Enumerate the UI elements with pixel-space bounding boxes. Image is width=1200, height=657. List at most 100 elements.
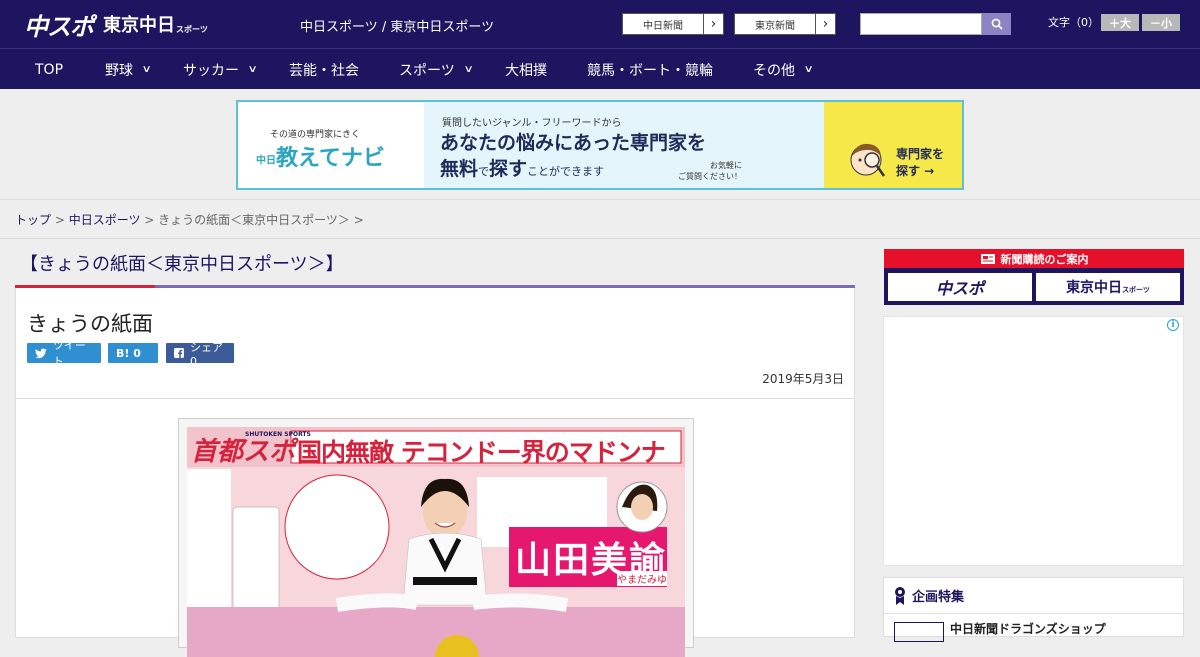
article-date: 2019年5月3日 — [762, 372, 844, 386]
breadcrumb-separator: > — [140, 213, 159, 227]
nav-item-top[interactable]: TOP — [35, 49, 63, 90]
nav-item-racing[interactable]: 競馬・ボート・競輪 — [587, 49, 713, 90]
breadcrumb-current: きょうの紙面＜東京中日スポーツ＞ — [158, 213, 350, 227]
newspaper-front-page-image: 首都スポ SHUTOKEN SPORTS 国内無敵 テコンドー界のマドンナ 山田… — [187, 427, 685, 657]
ribbon-icon — [895, 586, 905, 605]
banner-question: 質問したいジャンル・フリーワードから — [442, 118, 622, 129]
banner-free: 無料 — [440, 158, 479, 180]
feature-box: 企画特集 中日新聞ドラゴンズショップ — [883, 577, 1184, 642]
feature-header: 企画特集 — [884, 578, 1183, 614]
tweet-button[interactable]: ツイート — [27, 339, 101, 368]
banner-cta-area[interactable]: 専門家を 探す → — [824, 102, 962, 188]
banner-cta-1: 専門家を — [896, 147, 945, 161]
logo-tokyo-small: スポーツ — [176, 24, 208, 34]
chunichi-shimbun-button[interactable]: 中日新聞 › — [622, 13, 724, 35]
subscription-box: 新聞購読のご案内 中スポ 東京中日 スポーツ — [884, 249, 1184, 305]
feature-item-link[interactable]: 中日新聞ドラゴンズショップ — [950, 620, 1106, 637]
newspaper-icon — [980, 253, 995, 264]
banner-note: お気軽に ご質問ください！ — [678, 160, 742, 182]
nav-item-sports[interactable]: スポーツ ∨ — [399, 49, 474, 90]
twitter-icon — [35, 347, 47, 358]
nav-label: 芸能・社会 — [289, 62, 359, 79]
banner-cta: 専門家を 探す → — [896, 146, 944, 180]
feature-thumbnail[interactable] — [894, 622, 944, 642]
chevron-right-icon: › — [703, 14, 723, 34]
nav-label: 野球 — [105, 62, 133, 79]
facebook-share-label: シェア 0 — [189, 340, 223, 368]
search-icon — [991, 18, 1003, 30]
nav-label: その他 — [753, 62, 795, 79]
chevron-down-icon: ∨ — [803, 64, 814, 75]
nav-item-sumo[interactable]: 大相撲 — [505, 49, 547, 90]
facebook-icon — [174, 348, 184, 358]
site-logo[interactable]: 中スポ 東京中日 スポーツ — [24, 8, 214, 41]
section-title: 【きょうの紙面＜東京中日スポーツ＞】 — [20, 254, 344, 275]
banner-headline-2: 無料で探すことができます — [440, 154, 604, 181]
ad-info-icon[interactable]: i — [1167, 319, 1179, 331]
article-divider — [16, 398, 854, 399]
tokyo-shimbun-button[interactable]: 東京新聞 › — [734, 13, 836, 35]
hatena-bookmark-button[interactable]: B! 0 — [108, 343, 158, 363]
subscription-header: 新聞購読のご案内 — [884, 249, 1184, 268]
magnifier-person-icon — [850, 143, 886, 177]
nav-item-baseball[interactable]: 野球 ∨ — [105, 49, 152, 90]
banner-search: 探す — [489, 158, 528, 180]
subscribe-tokyo-chunichi-button[interactable]: 東京中日 スポーツ — [1036, 273, 1180, 301]
chevron-down-icon: ∨ — [247, 64, 258, 75]
article-card: きょうの紙面 ツイート B! 0 シェア 0 2019年5月3日 首都スポ SH… — [15, 288, 855, 657]
nav-label: スポーツ — [399, 62, 455, 79]
nav-label: サッカー — [183, 62, 239, 79]
chevron-down-icon: ∨ — [141, 64, 152, 75]
breadcrumb-separator: > — [349, 213, 364, 227]
logo-chuspo: 中スポ — [24, 12, 94, 41]
banner-note-2: ご質問ください！ — [678, 172, 742, 182]
banner-note-1: お気軽に — [710, 161, 742, 170]
chunichi-shimbun-label: 中日新聞 — [643, 20, 683, 32]
breadcrumb-home[interactable]: トップ — [15, 213, 51, 227]
chevron-right-icon: › — [815, 14, 835, 34]
nav-label: 競馬・ボート・競輪 — [587, 62, 713, 79]
feature-title: 企画特集 — [912, 590, 965, 605]
nav-item-other[interactable]: その他 ∨ — [753, 49, 814, 90]
newspaper-headline: 国内無敵 テコンドー界のマドンナ — [297, 438, 666, 467]
sidebar-ad[interactable]: i — [883, 316, 1184, 566]
banner-logo-area: その道の専門家にきく 中日教えてナビ — [238, 102, 424, 188]
subscription-title: 新聞購読のご案内 — [1000, 252, 1089, 266]
nav-item-soccer[interactable]: サッカー ∨ — [183, 49, 258, 90]
article-title: きょうの紙面 — [27, 312, 153, 336]
banner-can: ことができます — [527, 165, 605, 178]
oshiete-navi-banner[interactable]: その道の専門家にきく 中日教えてナビ 質問したいジャンル・フリーワードから あな… — [236, 100, 964, 190]
subscribe-tokyo-small: スポーツ — [1122, 286, 1150, 294]
search-input[interactable] — [860, 13, 982, 35]
newspaper-image-frame[interactable]: 首都スポ SHUTOKEN SPORTS 国内無敵 テコンドー界のマドンナ 山田… — [178, 418, 694, 657]
breadcrumb-section[interactable]: 中日スポーツ — [69, 213, 141, 227]
font-smaller-button[interactable]: －小 — [1142, 14, 1180, 31]
site-title-link[interactable]: 中日スポーツ / 東京中日スポーツ — [300, 16, 494, 35]
banner-de: で — [478, 165, 490, 178]
nav-label: TOP — [35, 61, 64, 78]
breadcrumb-divider — [0, 238, 1200, 239]
banner-cta-2: 探す → — [896, 163, 935, 178]
banner-area: その道の専門家にきく 中日教えてナビ 質問したいジャンル・フリーワードから あな… — [0, 89, 1200, 200]
banner-logo-prefix: 中日 — [256, 155, 276, 167]
banner-sub-copy: その道の専門家にきく — [270, 130, 361, 140]
font-size-label: 文字（0） — [1048, 16, 1099, 29]
subscribe-chuspo-button[interactable]: 中スポ — [888, 273, 1032, 301]
banner-logo-text: 教えてナビ — [276, 146, 385, 171]
logo-tokyo-chunichi: 東京中日 — [103, 15, 175, 36]
tokyo-shimbun-label: 東京新聞 — [755, 20, 795, 32]
banner-copy-area: 質問したいジャンル・フリーワードから あなたの悩みにあった専門家を 無料で探すこ… — [424, 102, 962, 188]
nav-item-entertainment[interactable]: 芸能・社会 — [289, 49, 359, 90]
chevron-down-icon: ∨ — [463, 64, 474, 75]
tweet-label: ツイート — [52, 339, 86, 368]
breadcrumb-separator: > — [51, 213, 69, 227]
font-bigger-button[interactable]: ＋大 — [1101, 14, 1139, 31]
subscribe-tokyo-label: 東京中日 — [1066, 280, 1123, 296]
breadcrumb: トップ > 中日スポーツ > きょうの紙面＜東京中日スポーツ＞ > — [15, 211, 364, 228]
search-button[interactable] — [982, 13, 1011, 35]
main-nav: TOP 野球 ∨ サッカー ∨ 芸能・社会 スポーツ ∨ 大相撲 競馬・ボート・競輪 … — [0, 48, 1200, 89]
top-header: 中スポ 東京中日 スポーツ 中日スポーツ / 東京中日スポーツ 中日新聞 › 東… — [0, 0, 1200, 48]
banner-logo: 中日教えてナビ — [256, 140, 385, 172]
facebook-share-button[interactable]: シェア 0 — [166, 341, 234, 368]
nav-label: 大相撲 — [505, 62, 547, 79]
